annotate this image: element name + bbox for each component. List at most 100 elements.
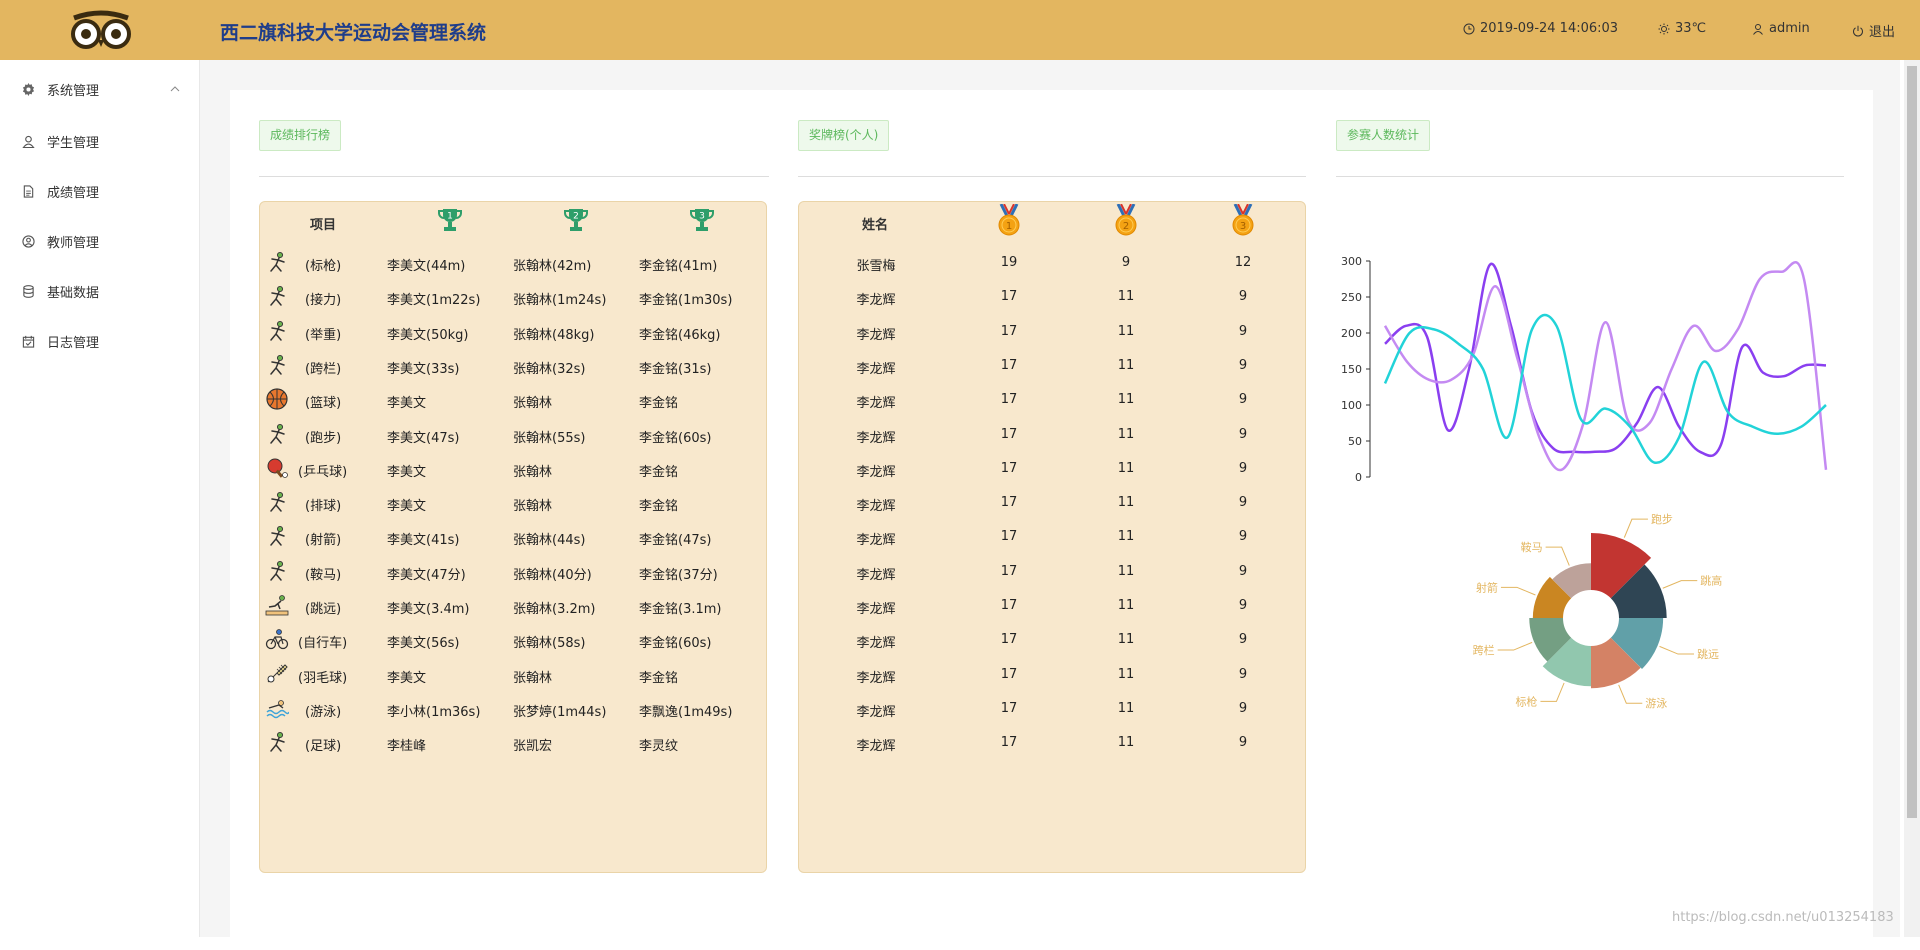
scrollbar[interactable] bbox=[1904, 60, 1920, 937]
silver-count: 11 bbox=[1117, 529, 1135, 545]
user-menu[interactable]: admin bbox=[1752, 21, 1810, 36]
series-line-2[interactable] bbox=[1383, 313, 1827, 464]
athlete-name: 李龙辉 bbox=[856, 704, 896, 720]
bronze-count: 9 bbox=[1238, 735, 1248, 751]
athlete-name: 李龙辉 bbox=[856, 636, 896, 652]
label-line bbox=[1618, 684, 1643, 704]
y-tick-label: 250 bbox=[1341, 291, 1362, 304]
athlete-name: 李龙辉 bbox=[856, 602, 896, 617]
sidebar-item-logs[interactable]: 日志管理 bbox=[0, 320, 200, 362]
medals-table: 姓名 1 2 3 张雪梅 19 9 12 李龙辉 17 11 9 李龙辉 17 11 9 李龙辉 17 11… bbox=[798, 201, 1306, 873]
silver-count: 11 bbox=[1117, 598, 1135, 613]
gold-count: 17 bbox=[1000, 700, 1018, 716]
database-icon bbox=[23, 284, 34, 298]
athlete-name: 李龙辉 bbox=[856, 670, 896, 686]
gold-count: 17 bbox=[1000, 598, 1018, 613]
third-place: 李金铭 bbox=[639, 670, 679, 686]
table-row: (排球) 李美文 张翰林 李金铭 bbox=[260, 490, 768, 516]
slice-label: 跳远 bbox=[1697, 647, 1719, 661]
silver-count: 11 bbox=[1117, 735, 1135, 751]
silver-count: 11 bbox=[1117, 392, 1135, 408]
series-line-0[interactable] bbox=[1384, 262, 1827, 458]
third-place: 李金铭(31s) bbox=[639, 361, 712, 377]
athlete-name: 李龙辉 bbox=[856, 533, 896, 549]
y-tick-label: 300 bbox=[1341, 255, 1362, 268]
bronze-count: 9 bbox=[1238, 666, 1248, 682]
athlete-name: 李龙辉 bbox=[856, 567, 896, 583]
bronze-count: 9 bbox=[1238, 289, 1248, 305]
clock-icon bbox=[1463, 23, 1475, 34]
first-place: 李美文(50kg) bbox=[387, 327, 469, 343]
third-place: 李金铭(60s) bbox=[639, 430, 712, 446]
sidebar-item-teachers[interactable]: 教师管理 bbox=[0, 220, 200, 262]
first-place: 李美文(41s) bbox=[387, 533, 460, 549]
table-row: 李龙辉 17 11 9 bbox=[799, 662, 1307, 688]
third-place: 李飘逸(1m49s) bbox=[639, 704, 733, 720]
column-header-event: 项目 bbox=[310, 218, 337, 233]
gold-count: 17 bbox=[1000, 460, 1018, 476]
participants-rose-chart: 跑步跳高跳远游泳 标枪 跨栏 射箭 鞍马 bbox=[1473, 512, 1723, 710]
gold-count: 17 bbox=[1000, 357, 1018, 373]
sidebar-item-scores[interactable]: 成绩管理 bbox=[0, 170, 200, 212]
label-line bbox=[1623, 518, 1648, 538]
table-row: 李龙辉 17 11 9 bbox=[799, 627, 1307, 653]
silver-count: 11 bbox=[1117, 700, 1135, 716]
gold-count: 17 bbox=[1000, 735, 1018, 751]
gold-count: 17 bbox=[1000, 529, 1018, 545]
third-place: 李金铭(3.1m) bbox=[639, 602, 722, 617]
document-icon bbox=[23, 184, 34, 198]
sun-icon bbox=[1658, 23, 1670, 34]
third-place: 李金铭(41m) bbox=[639, 259, 718, 274]
athlete-name: 李龙辉 bbox=[856, 327, 896, 343]
table-row: 李龙辉 17 11 9 bbox=[799, 524, 1307, 550]
owl-logo-icon[interactable] bbox=[66, 10, 136, 50]
silver-count: 11 bbox=[1117, 495, 1135, 511]
second-place: 张翰林 bbox=[513, 396, 553, 412]
athlete-name: 李龙辉 bbox=[856, 499, 896, 515]
logout-button[interactable]: 退出 bbox=[1852, 21, 1895, 40]
slice-label: 跨栏 bbox=[1473, 643, 1495, 657]
stats-tag: 参赛人数统计 bbox=[1336, 120, 1431, 151]
bronze-count: 12 bbox=[1234, 255, 1252, 270]
third-place: 李金铭(60s) bbox=[639, 636, 712, 652]
second-place: 张梦婷(1m44s) bbox=[513, 704, 607, 720]
sidebar-item-system[interactable]: 系统管理 bbox=[0, 68, 200, 110]
athlete-name: 李龙辉 bbox=[856, 430, 896, 446]
chevron-up-icon[interactable] bbox=[170, 84, 180, 94]
event-name: (羽毛球) bbox=[298, 670, 348, 686]
relay-icon bbox=[270, 286, 285, 307]
y-tick-label: 150 bbox=[1341, 363, 1362, 376]
gold-count: 19 bbox=[1000, 255, 1018, 270]
app-title: 西二旗科技大学运动会管理系统 bbox=[220, 22, 487, 44]
event-name: (鞍马) bbox=[305, 567, 342, 583]
sidebar-item-students[interactable]: 学生管理 bbox=[0, 120, 200, 162]
archery-icon bbox=[270, 526, 285, 547]
event-name: (举重) bbox=[305, 327, 342, 343]
first-place: 李小林(1m36s) bbox=[387, 704, 481, 720]
power-icon bbox=[1853, 25, 1863, 36]
table-row: (篮球) 李美文 张翰林 李金铭 bbox=[260, 387, 768, 413]
scrollbar-thumb[interactable] bbox=[1907, 66, 1917, 818]
slice-label: 标枪 bbox=[1515, 694, 1537, 708]
second-place: 张翰林 bbox=[513, 499, 553, 515]
datetime: 2019-09-24 14:06:03 bbox=[1463, 21, 1618, 36]
sidebar-item-basic-data[interactable]: 基础数据 bbox=[0, 270, 200, 312]
table-row: 李龙辉 17 11 9 bbox=[799, 456, 1307, 482]
table-row: (羽毛球) 李美文 张翰林 李金铭 bbox=[260, 662, 768, 688]
bronze-count: 9 bbox=[1238, 392, 1248, 408]
pommel-horse-icon bbox=[270, 560, 285, 581]
label-line bbox=[1540, 682, 1565, 702]
cycling-icon bbox=[265, 629, 289, 650]
sidebar-item-label: 系统管理 bbox=[47, 83, 100, 99]
weather: 33℃ bbox=[1658, 21, 1706, 36]
first-place: 李美文 bbox=[387, 670, 427, 686]
series-line-1[interactable] bbox=[1383, 261, 1828, 472]
label-line bbox=[1659, 645, 1694, 655]
trophy-second-icon: 2 bbox=[564, 209, 588, 231]
badminton-icon bbox=[267, 663, 288, 683]
athlete-name: 张雪梅 bbox=[856, 259, 896, 274]
gold-count: 17 bbox=[1000, 632, 1018, 648]
first-place: 李美文(47s) bbox=[387, 430, 460, 446]
bronze-count: 9 bbox=[1238, 700, 1248, 716]
trophy-first-icon: 1 bbox=[438, 209, 462, 231]
